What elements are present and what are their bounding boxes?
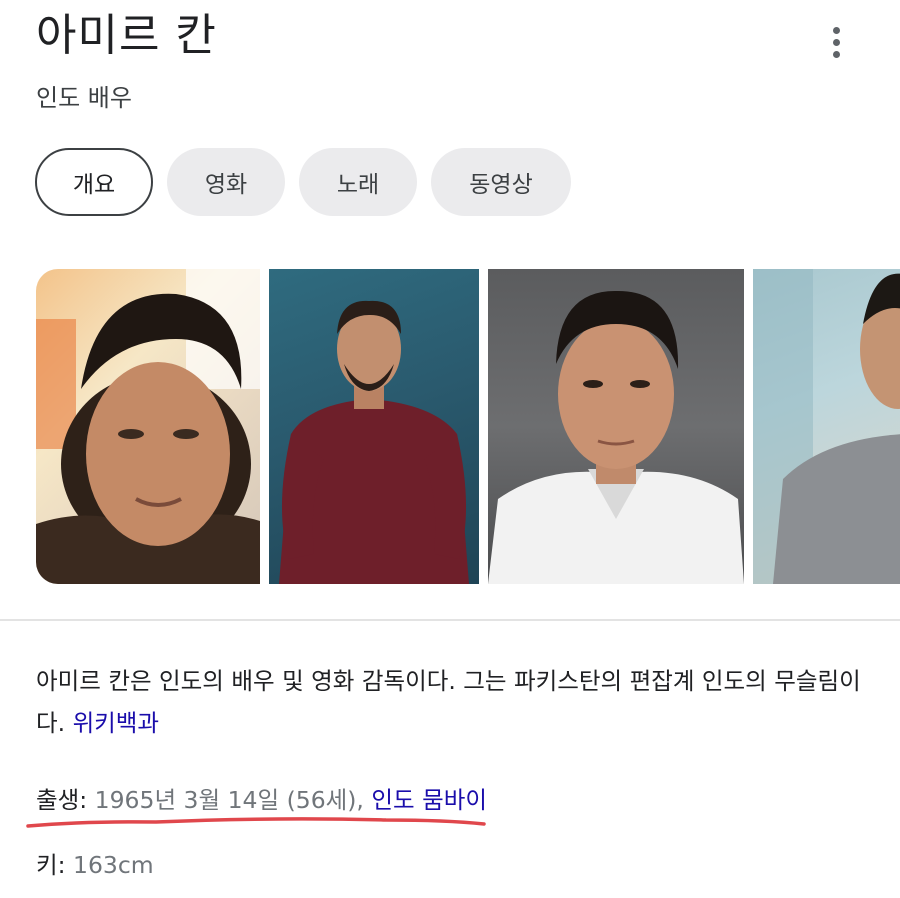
wikipedia-link[interactable]: 위키백과 <box>73 709 159 737</box>
dot <box>832 38 840 46</box>
birthplace-link[interactable]: 인도 뭄바이 <box>371 786 487 814</box>
photo-thumbnail[interactable] <box>36 269 260 584</box>
person-photo <box>488 290 744 584</box>
tab-bar: 개요 영화 노래 동영상 <box>35 148 571 216</box>
tab-videos[interactable]: 동영상 <box>431 148 571 216</box>
image-carousel[interactable] <box>36 269 900 584</box>
fact-label: 출생 <box>36 786 80 814</box>
description: 아미르 칸은 인도의 배우 및 영화 감독이다. 그는 파키스탄의 편잡계 인도… <box>36 660 871 744</box>
fact-height: 키: 163cm <box>36 849 154 881</box>
fact-colon: : <box>57 851 74 879</box>
person-photo <box>36 269 260 584</box>
height-value: 163cm <box>73 851 154 879</box>
photo-thumbnail[interactable] <box>753 269 900 584</box>
more-options-icon[interactable] <box>818 22 854 62</box>
page-title: 아미르 칸 <box>36 10 217 61</box>
photo-thumbnail[interactable] <box>269 269 479 584</box>
fact-birth: 출생: 1965년 3월 14일 (56세), 인도 뭄바이 <box>36 784 487 816</box>
person-photo <box>753 269 900 584</box>
fact-colon: : <box>79 786 95 814</box>
tab-movies[interactable]: 영화 <box>167 148 285 216</box>
page-subtitle: 인도 배우 <box>36 84 132 112</box>
tab-overview[interactable]: 개요 <box>35 148 153 216</box>
fact-label: 키 <box>36 851 58 879</box>
description-text: 아미르 칸은 인도의 배우 및 영화 감독이다. 그는 파키스탄의 편잡계 인도… <box>36 667 861 737</box>
birth-date: 1965년 3월 14일 (56세), <box>94 786 372 814</box>
dot <box>832 26 840 34</box>
dot <box>832 50 840 58</box>
photo-thumbnail[interactable] <box>488 269 744 584</box>
knowledge-panel: 아미르 칸 인도 배우 개요 영화 노래 동영상 아미르 칸은 인도의 배우 및… <box>0 0 900 898</box>
red-underline-annotation <box>26 817 486 828</box>
tab-songs[interactable]: 노래 <box>299 148 417 216</box>
section-divider <box>0 619 900 621</box>
person-photo <box>279 300 469 584</box>
